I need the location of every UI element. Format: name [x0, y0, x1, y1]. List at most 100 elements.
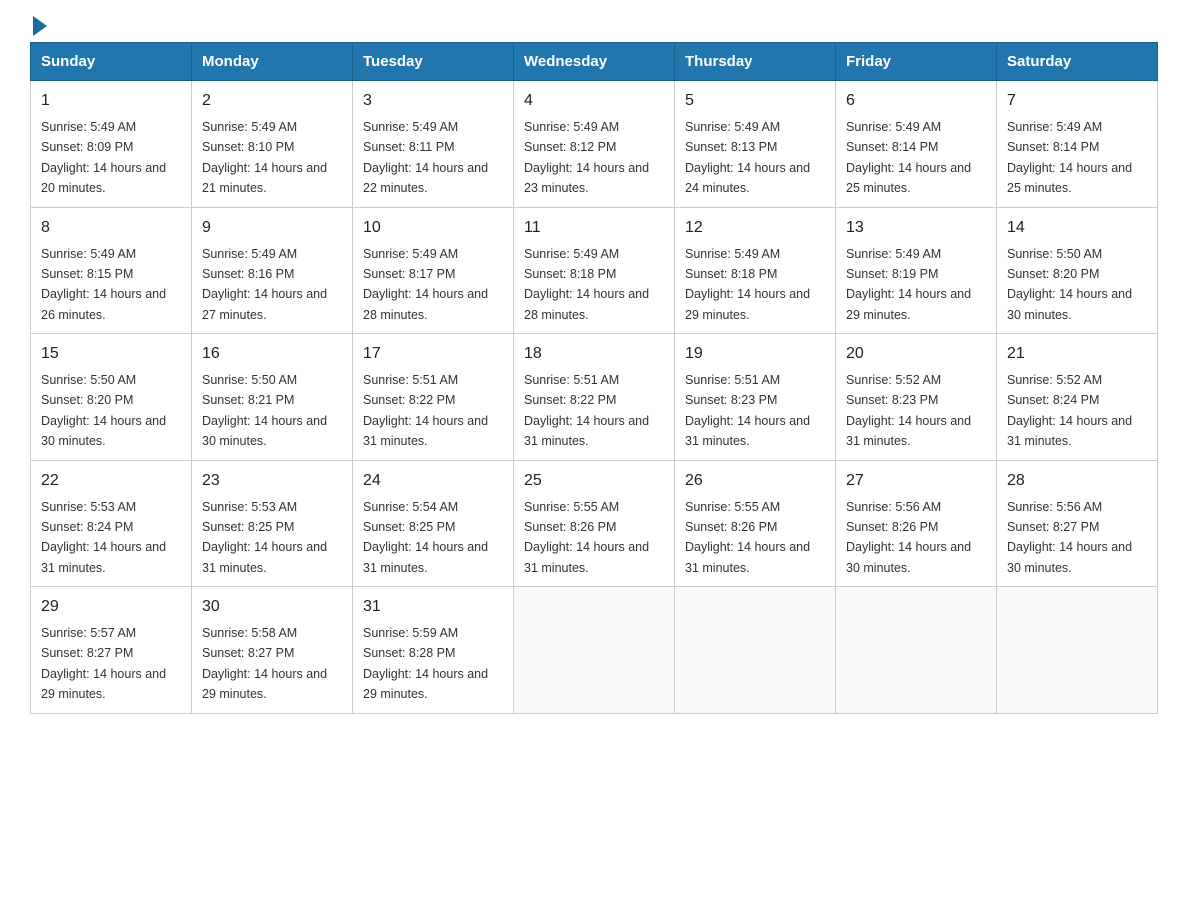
- day-info: Sunrise: 5:51 AMSunset: 8:22 PMDaylight:…: [363, 373, 488, 448]
- calendar-cell: 19 Sunrise: 5:51 AMSunset: 8:23 PMDayligh…: [675, 334, 836, 461]
- day-number: 2: [202, 89, 342, 113]
- day-info: Sunrise: 5:55 AMSunset: 8:26 PMDaylight:…: [524, 500, 649, 575]
- calendar-cell: 7 Sunrise: 5:49 AMSunset: 8:14 PMDaylight…: [997, 81, 1158, 208]
- day-number: 6: [846, 89, 986, 113]
- day-number: 8: [41, 216, 181, 240]
- day-info: Sunrise: 5:59 AMSunset: 8:28 PMDaylight:…: [363, 626, 488, 701]
- calendar-cell: 28 Sunrise: 5:56 AMSunset: 8:27 PMDayligh…: [997, 460, 1158, 587]
- day-info: Sunrise: 5:49 AMSunset: 8:14 PMDaylight:…: [846, 120, 971, 195]
- day-number: 17: [363, 342, 503, 366]
- day-info: Sunrise: 5:53 AMSunset: 8:25 PMDaylight:…: [202, 500, 327, 575]
- day-number: 15: [41, 342, 181, 366]
- weekday-header-row: SundayMondayTuesdayWednesdayThursdayFrid…: [31, 43, 1158, 81]
- day-info: Sunrise: 5:51 AMSunset: 8:22 PMDaylight:…: [524, 373, 649, 448]
- weekday-header-monday: Monday: [192, 43, 353, 81]
- calendar-cell: 9 Sunrise: 5:49 AMSunset: 8:16 PMDaylight…: [192, 207, 353, 334]
- calendar-cell: [836, 587, 997, 714]
- logo: [30, 20, 47, 32]
- day-info: Sunrise: 5:49 AMSunset: 8:13 PMDaylight:…: [685, 120, 810, 195]
- day-number: 11: [524, 216, 664, 240]
- day-info: Sunrise: 5:52 AMSunset: 8:24 PMDaylight:…: [1007, 373, 1132, 448]
- calendar-cell: 10 Sunrise: 5:49 AMSunset: 8:17 PMDayligh…: [353, 207, 514, 334]
- day-number: 29: [41, 595, 181, 619]
- day-number: 9: [202, 216, 342, 240]
- calendar-cell: 1 Sunrise: 5:49 AMSunset: 8:09 PMDaylight…: [31, 81, 192, 208]
- calendar-cell: 24Sunrise: 5:54 AMSunset: 8:25 PMDayligh…: [353, 460, 514, 587]
- calendar-cell: [997, 587, 1158, 714]
- day-info: Sunrise: 5:50 AMSunset: 8:20 PMDaylight:…: [41, 373, 166, 448]
- day-number: 10: [363, 216, 503, 240]
- calendar-cell: 20 Sunrise: 5:52 AMSunset: 8:23 PMDayligh…: [836, 334, 997, 461]
- calendar-cell: 25 Sunrise: 5:55 AMSunset: 8:26 PMDayligh…: [514, 460, 675, 587]
- day-number: 26: [685, 469, 825, 493]
- day-number: 14: [1007, 216, 1147, 240]
- day-info: Sunrise: 5:50 AMSunset: 8:20 PMDaylight:…: [1007, 247, 1132, 322]
- day-number: 16: [202, 342, 342, 366]
- day-number: 19: [685, 342, 825, 366]
- weekday-header-saturday: Saturday: [997, 43, 1158, 81]
- day-number: 1: [41, 89, 181, 113]
- day-number: 21: [1007, 342, 1147, 366]
- calendar-cell: 4 Sunrise: 5:49 AMSunset: 8:12 PMDaylight…: [514, 81, 675, 208]
- day-info: Sunrise: 5:49 AMSunset: 8:14 PMDaylight:…: [1007, 120, 1132, 195]
- calendar-cell: 31 Sunrise: 5:59 AMSunset: 8:28 PMDayligh…: [353, 587, 514, 714]
- calendar-cell: 16Sunrise: 5:50 AMSunset: 8:21 PMDayligh…: [192, 334, 353, 461]
- weekday-header-sunday: Sunday: [31, 43, 192, 81]
- day-number: 20: [846, 342, 986, 366]
- calendar-cell: 18 Sunrise: 5:51 AMSunset: 8:22 PMDayligh…: [514, 334, 675, 461]
- day-number: 5: [685, 89, 825, 113]
- day-info: Sunrise: 5:49 AMSunset: 8:11 PMDaylight:…: [363, 120, 488, 195]
- calendar-cell: 12 Sunrise: 5:49 AMSunset: 8:18 PMDayligh…: [675, 207, 836, 334]
- calendar-cell: 14 Sunrise: 5:50 AMSunset: 8:20 PMDayligh…: [997, 207, 1158, 334]
- weekday-header-friday: Friday: [836, 43, 997, 81]
- day-info: Sunrise: 5:49 AMSunset: 8:18 PMDaylight:…: [685, 247, 810, 322]
- day-info: Sunrise: 5:49 AMSunset: 8:09 PMDaylight:…: [41, 120, 166, 195]
- day-info: Sunrise: 5:56 AMSunset: 8:26 PMDaylight:…: [846, 500, 971, 575]
- day-number: 7: [1007, 89, 1147, 113]
- calendar-cell: 17 Sunrise: 5:51 AMSunset: 8:22 PMDayligh…: [353, 334, 514, 461]
- day-info: Sunrise: 5:56 AMSunset: 8:27 PMDaylight:…: [1007, 500, 1132, 575]
- calendar-cell: 21 Sunrise: 5:52 AMSunset: 8:24 PMDayligh…: [997, 334, 1158, 461]
- calendar-cell: 13 Sunrise: 5:49 AMSunset: 8:19 PMDayligh…: [836, 207, 997, 334]
- calendar-cell: 29Sunrise: 5:57 AMSunset: 8:27 PMDayligh…: [31, 587, 192, 714]
- day-info: Sunrise: 5:52 AMSunset: 8:23 PMDaylight:…: [846, 373, 971, 448]
- calendar-cell: 26 Sunrise: 5:55 AMSunset: 8:26 PMDayligh…: [675, 460, 836, 587]
- calendar-cell: [514, 587, 675, 714]
- day-number: 25: [524, 469, 664, 493]
- day-info: Sunrise: 5:51 AMSunset: 8:23 PMDaylight:…: [685, 373, 810, 448]
- day-info: Sunrise: 5:49 AMSunset: 8:19 PMDaylight:…: [846, 247, 971, 322]
- day-info: Sunrise: 5:58 AMSunset: 8:27 PMDaylight:…: [202, 626, 327, 701]
- calendar-week-row: 22Sunrise: 5:53 AMSunset: 8:24 PMDayligh…: [31, 460, 1158, 587]
- calendar-week-row: 15 Sunrise: 5:50 AMSunset: 8:20 PMDayligh…: [31, 334, 1158, 461]
- day-info: Sunrise: 5:49 AMSunset: 8:12 PMDaylight:…: [524, 120, 649, 195]
- day-info: Sunrise: 5:49 AMSunset: 8:17 PMDaylight:…: [363, 247, 488, 322]
- calendar-week-row: 29Sunrise: 5:57 AMSunset: 8:27 PMDayligh…: [31, 587, 1158, 714]
- page-header: [30, 20, 1158, 32]
- calendar-cell: 3 Sunrise: 5:49 AMSunset: 8:11 PMDaylight…: [353, 81, 514, 208]
- day-number: 27: [846, 469, 986, 493]
- day-number: 13: [846, 216, 986, 240]
- weekday-header-thursday: Thursday: [675, 43, 836, 81]
- calendar-cell: [675, 587, 836, 714]
- day-info: Sunrise: 5:53 AMSunset: 8:24 PMDaylight:…: [41, 500, 166, 575]
- day-number: 4: [524, 89, 664, 113]
- calendar-cell: 27 Sunrise: 5:56 AMSunset: 8:26 PMDayligh…: [836, 460, 997, 587]
- day-info: Sunrise: 5:49 AMSunset: 8:16 PMDaylight:…: [202, 247, 327, 322]
- calendar-cell: 15 Sunrise: 5:50 AMSunset: 8:20 PMDayligh…: [31, 334, 192, 461]
- day-info: Sunrise: 5:49 AMSunset: 8:18 PMDaylight:…: [524, 247, 649, 322]
- calendar-cell: 30Sunrise: 5:58 AMSunset: 8:27 PMDayligh…: [192, 587, 353, 714]
- calendar-cell: 5 Sunrise: 5:49 AMSunset: 8:13 PMDaylight…: [675, 81, 836, 208]
- day-number: 18: [524, 342, 664, 366]
- calendar-week-row: 8Sunrise: 5:49 AMSunset: 8:15 PMDaylight…: [31, 207, 1158, 334]
- weekday-header-tuesday: Tuesday: [353, 43, 514, 81]
- day-number: 31: [363, 595, 503, 619]
- day-number: 3: [363, 89, 503, 113]
- calendar-cell: 6 Sunrise: 5:49 AMSunset: 8:14 PMDaylight…: [836, 81, 997, 208]
- calendar-cell: 11 Sunrise: 5:49 AMSunset: 8:18 PMDayligh…: [514, 207, 675, 334]
- day-number: 12: [685, 216, 825, 240]
- calendar-cell: 23Sunrise: 5:53 AMSunset: 8:25 PMDayligh…: [192, 460, 353, 587]
- day-number: 24: [363, 469, 503, 493]
- day-number: 28: [1007, 469, 1147, 493]
- day-info: Sunrise: 5:55 AMSunset: 8:26 PMDaylight:…: [685, 500, 810, 575]
- calendar-table: SundayMondayTuesdayWednesdayThursdayFrid…: [30, 42, 1158, 714]
